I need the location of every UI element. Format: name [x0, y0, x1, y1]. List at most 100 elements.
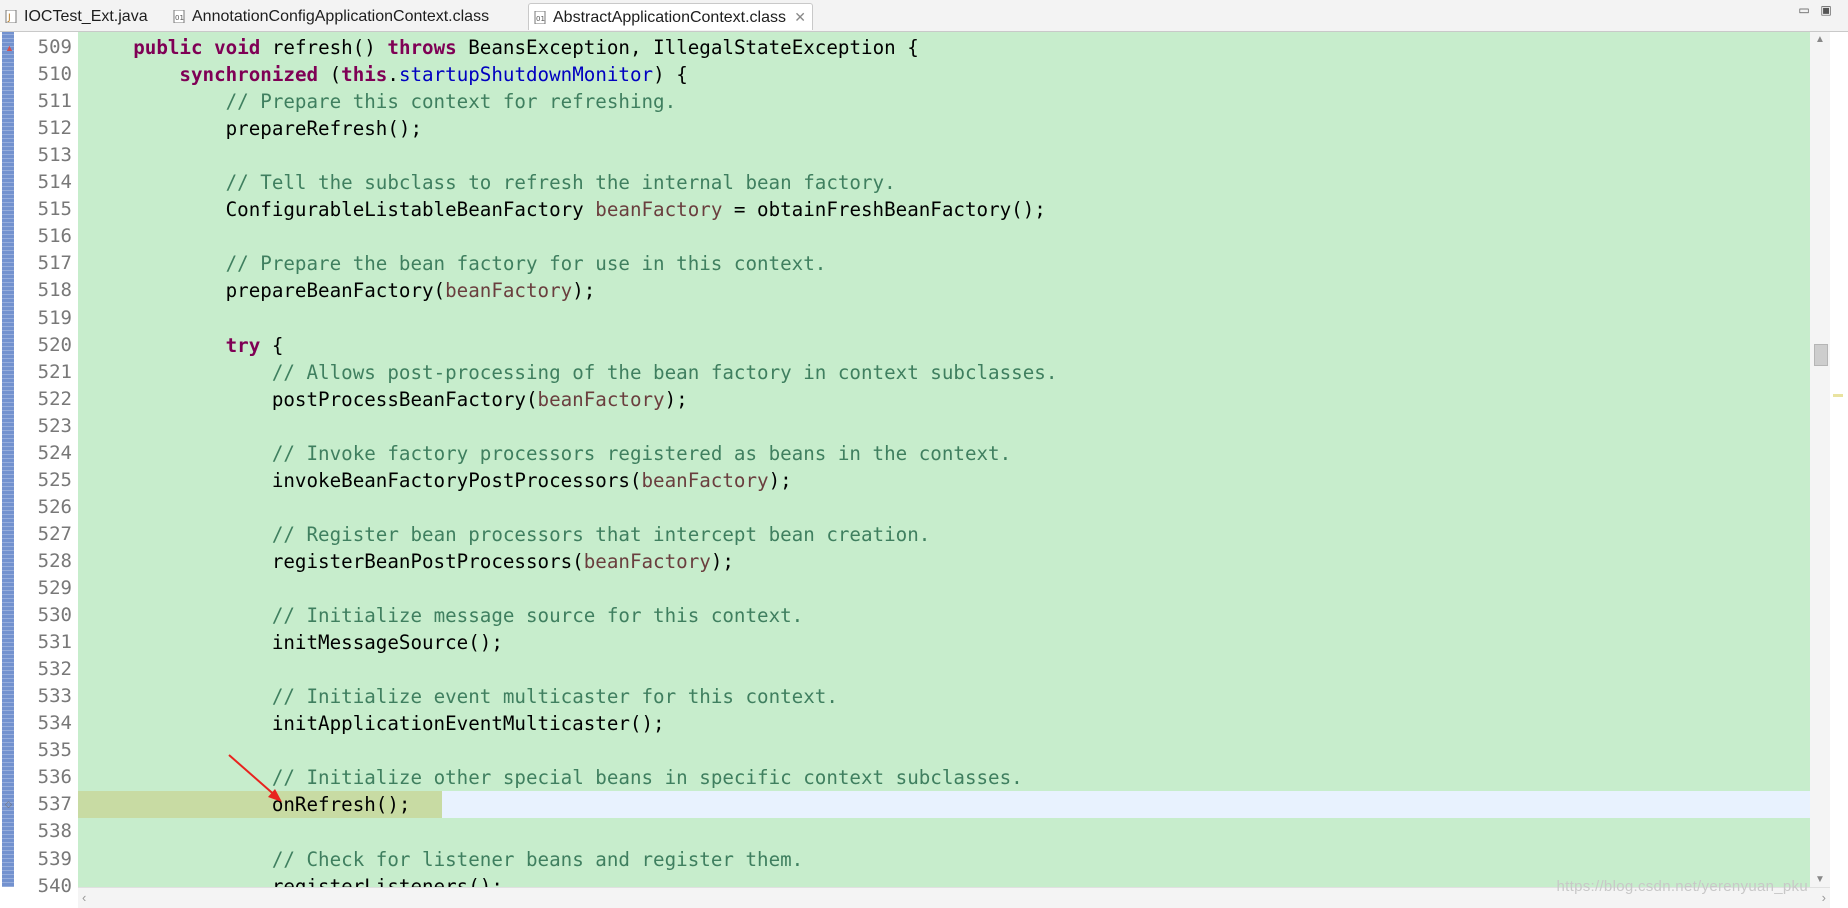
line-number: 517 [37, 252, 72, 275]
code-variable: beanFactory [641, 468, 769, 492]
code-text[interactable]: postProcessBeanFactory(beanFactory); [87, 386, 688, 413]
code-line[interactable]: 513 [0, 142, 1810, 169]
line-number: 528 [37, 549, 72, 572]
tab-label: AbstractApplicationContext.class [553, 9, 786, 26]
line-number: 509 [37, 36, 72, 58]
scroll-right-icon[interactable]: › [1822, 890, 1826, 905]
code-comment: // Check for listener beans and register… [271, 847, 804, 871]
code-line[interactable]: 529 [0, 575, 1810, 602]
code-comment: // Tell the subclass to refresh the inte… [225, 171, 896, 195]
line-number: 534 [37, 712, 72, 735]
tab-label: AnnotationConfigApplicationContext.class [192, 8, 490, 25]
code-line[interactable]: 523 [0, 413, 1810, 440]
class-file-icon: 01 [534, 11, 546, 24]
scroll-down-icon[interactable]: ▼ [1812, 874, 1828, 885]
code-line[interactable]: 528 registerBeanPostProcessors(beanFacto… [0, 548, 1810, 575]
code-text[interactable]: // Invoke factory processors registered … [87, 440, 1011, 467]
code-line[interactable]: 534 initApplicationEventMulticaster(); [0, 710, 1810, 737]
code-text[interactable]: initApplicationEventMulticaster(); [87, 710, 665, 737]
code-line[interactable]: 531 initMessageSource(); [0, 629, 1810, 656]
code-text[interactable]: prepareBeanFactory(beanFactory); [87, 277, 596, 304]
code-text[interactable]: // Tell the subclass to refresh the inte… [87, 169, 896, 196]
code-text[interactable]: // Initialize event multicaster for this… [87, 683, 838, 710]
code-token: { [260, 333, 284, 357]
code-line[interactable]: 533 // Initialize event multicaster for … [0, 683, 1810, 710]
code-field: startupShutdownMonitor [398, 63, 654, 87]
code-text[interactable]: // Allows post-processing of the bean fa… [87, 359, 1058, 386]
code-line[interactable]: 510 synchronized (this.startupShutdownMo… [0, 61, 1810, 88]
code-line[interactable]: 530 // Initialize message source for thi… [0, 602, 1810, 629]
code-text[interactable]: synchronized (this.startupShutdownMonito… [87, 61, 688, 88]
minimize-icon[interactable]: ▭ [1796, 2, 1812, 18]
code-text[interactable]: initMessageSource(); [87, 629, 503, 656]
code-text[interactable]: registerBeanPostProcessors(beanFactory); [87, 548, 734, 575]
code-keyword: synchronized [179, 63, 319, 87]
code-text[interactable]: // Prepare the bean factory for use in t… [87, 250, 827, 277]
code-text[interactable]: prepareRefresh(); [87, 115, 422, 142]
code-line[interactable]: 525 invokeBeanFactoryPostProcessors(bean… [0, 467, 1810, 494]
tab-label: IOCTest_Ext.java [24, 8, 148, 25]
code-text[interactable]: ConfigurableListableBeanFactory beanFact… [87, 196, 1046, 223]
line-number: 514 [37, 171, 72, 194]
code-token: ) { [653, 63, 688, 87]
code-comment: // Allows post-processing of the bean fa… [271, 360, 1058, 384]
code-text[interactable]: // Initialize message source for this co… [87, 602, 803, 629]
overview-mark[interactable] [1833, 394, 1843, 397]
code-text[interactable]: public void refresh() throws BeansExcept… [87, 34, 919, 61]
scrollbar-thumb[interactable] [1814, 344, 1828, 366]
tab-annotation-config-application-context[interactable]: 01 AnnotationConfigApplicationContext.cl… [168, 3, 489, 30]
code-line[interactable]: 538 [0, 818, 1810, 845]
code-text[interactable]: // Register bean processors that interce… [87, 521, 930, 548]
line-number: 515 [37, 198, 72, 221]
code-line[interactable]: 539 // Check for listener beans and regi… [0, 846, 1810, 873]
code-line[interactable]: 514 // Tell the subclass to refresh the … [0, 169, 1810, 196]
code-keyword: void [214, 36, 261, 59]
line-number: 523 [37, 414, 72, 437]
code-text[interactable]: try { [87, 332, 284, 359]
tab-abstract-application-context[interactable]: 01 AbstractApplicationContext.class ✕ [528, 3, 813, 30]
code-line[interactable]: 515 ConfigurableListableBeanFactory bean… [0, 196, 1810, 223]
code-variable: beanFactory [595, 198, 723, 222]
vertical-scrollbar[interactable]: ▲ ▼ [1810, 32, 1830, 887]
code-line[interactable]: 521 // Allows post-processing of the bea… [0, 359, 1810, 386]
code-line[interactable]: 532 [0, 656, 1810, 683]
code-token: postProcessBeanFactory( [87, 387, 538, 411]
code-line[interactable]: 517 // Prepare the bean factory for use … [0, 250, 1810, 277]
code-comment: // Prepare this context for refreshing. [225, 90, 677, 114]
code-comment: // Initialize other special beans in spe… [271, 766, 1023, 790]
maximize-icon[interactable]: ▣ [1818, 2, 1834, 18]
code-line[interactable]: 516 [0, 223, 1810, 250]
tab-ioctest-ext[interactable]: J IOCTest_Ext.java [0, 3, 148, 30]
code-text[interactable]: invokeBeanFactoryPostProcessors(beanFact… [87, 467, 792, 494]
code-text[interactable]: // Prepare this context for refreshing. [87, 88, 677, 115]
code-line[interactable]: 520 try { [0, 332, 1810, 359]
scroll-up-icon[interactable]: ▲ [1812, 34, 1828, 45]
code-keyword: this [341, 63, 388, 87]
code-token: initApplicationEventMulticaster(); [87, 712, 665, 736]
code-line[interactable]: 518 prepareBeanFactory(beanFactory); [0, 277, 1810, 304]
code-text[interactable]: // Check for listener beans and register… [87, 846, 803, 873]
line-number: 530 [37, 604, 72, 627]
line-number: 532 [37, 658, 72, 681]
line-number: 518 [37, 279, 72, 302]
close-tab-icon[interactable]: ✕ [794, 4, 806, 31]
code-line[interactable]: 524 // Invoke factory processors registe… [0, 440, 1810, 467]
line-number: 520 [37, 333, 72, 356]
code-line[interactable]: 511 // Prepare this context for refreshi… [0, 88, 1810, 115]
code-line[interactable]: 512 prepareRefresh(); [0, 115, 1810, 142]
line-number: 536 [37, 766, 72, 789]
code-keyword: throws [387, 36, 457, 59]
code-line[interactable]: 527 // Register bean processors that int… [0, 521, 1810, 548]
scroll-left-icon[interactable]: ‹ [82, 890, 86, 905]
code-line[interactable]: 509 public void refresh() throws BeansEx… [0, 34, 1810, 61]
code-line[interactable]: 526 [0, 494, 1810, 521]
code-token: = obtainFreshBeanFactory(); [722, 198, 1046, 222]
code-line[interactable]: 522 postProcessBeanFactory(beanFactory); [0, 386, 1810, 413]
code-line[interactable]: 519 [0, 305, 1810, 332]
